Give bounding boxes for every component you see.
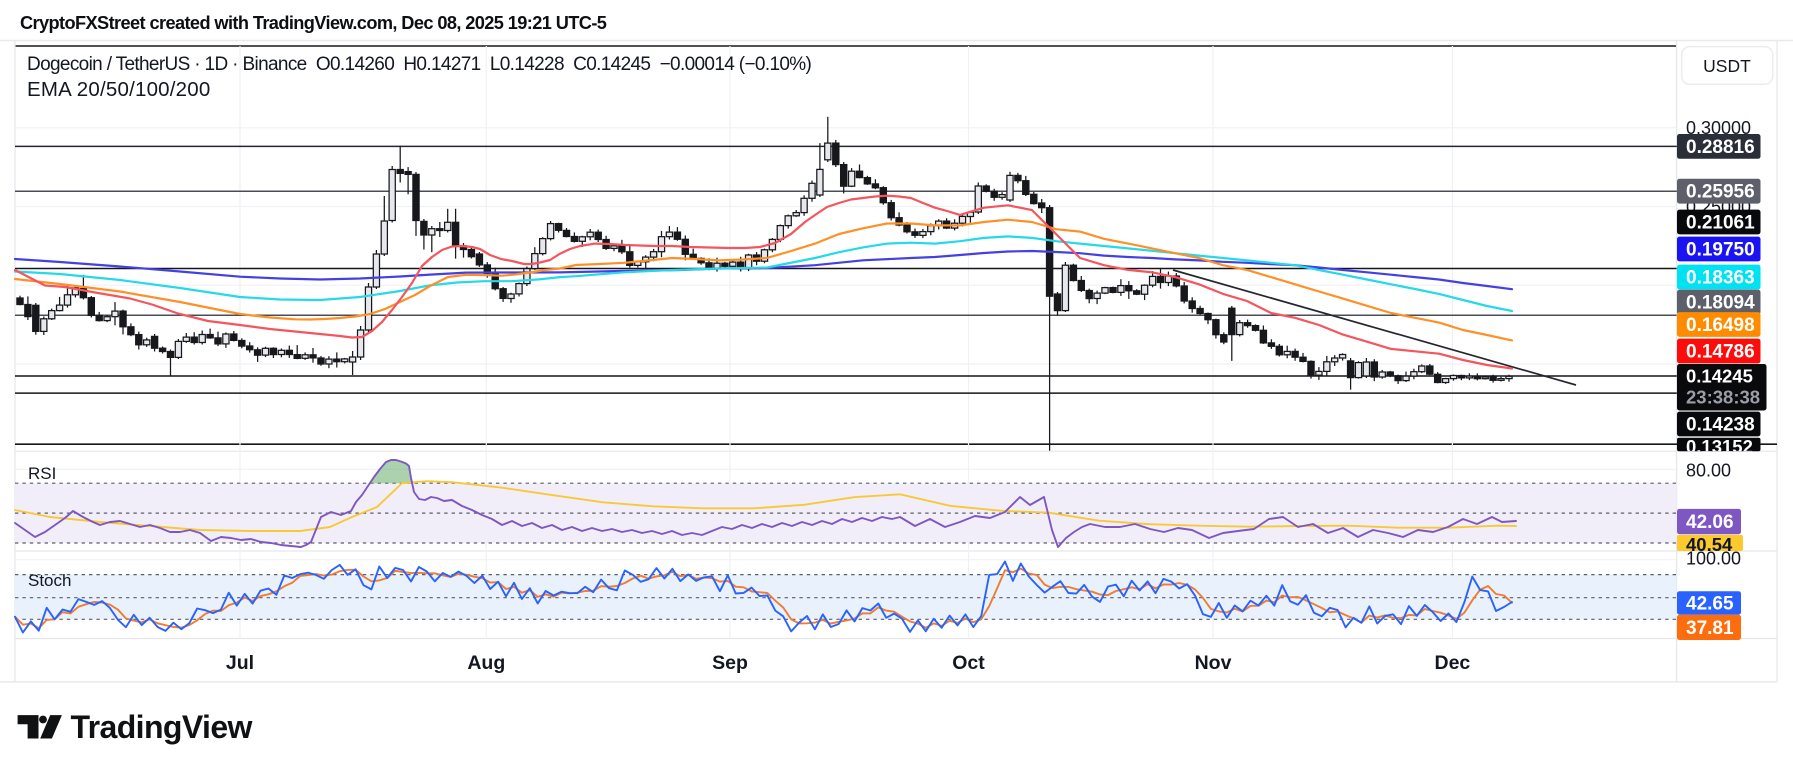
svg-text:Sep: Sep — [712, 652, 748, 674]
svg-text:Aug: Aug — [467, 652, 505, 674]
svg-text:0.25956: 0.25956 — [1686, 182, 1755, 203]
svg-text:CryptoFXStreet created with Tr: CryptoFXStreet created with TradingView.… — [20, 13, 607, 33]
svg-text:0.28816: 0.28816 — [1686, 137, 1755, 158]
svg-text:EMA 20/50/100/200: EMA 20/50/100/200 — [27, 78, 211, 101]
svg-text:0.16498: 0.16498 — [1686, 315, 1755, 336]
svg-text:0.18363: 0.18363 — [1686, 268, 1755, 289]
svg-text:RSI: RSI — [28, 464, 56, 483]
svg-text:TradingView: TradingView — [71, 709, 253, 745]
svg-text:Oct: Oct — [952, 652, 985, 674]
svg-text:0.19750: 0.19750 — [1686, 240, 1755, 261]
svg-text:80.00: 80.00 — [1686, 460, 1731, 480]
svg-text:0.14245: 0.14245 — [1686, 366, 1753, 387]
svg-text:0.18094: 0.18094 — [1686, 293, 1755, 314]
svg-text:Dec: Dec — [1435, 652, 1471, 674]
svg-text:Nov: Nov — [1195, 652, 1232, 674]
svg-text:0.14238: 0.14238 — [1686, 415, 1755, 436]
svg-text:42.06: 42.06 — [1686, 512, 1734, 533]
svg-text:23:38:38: 23:38:38 — [1686, 387, 1760, 408]
svg-text:USDT: USDT — [1703, 56, 1751, 76]
svg-text:37.81: 37.81 — [1686, 618, 1734, 639]
svg-text:0.14786: 0.14786 — [1686, 342, 1755, 363]
svg-text:Stoch: Stoch — [28, 571, 71, 590]
svg-text:42.65: 42.65 — [1686, 594, 1734, 615]
svg-text:Jul: Jul — [226, 652, 254, 674]
svg-text:0.21061: 0.21061 — [1686, 213, 1755, 234]
svg-text:100.00: 100.00 — [1686, 548, 1741, 568]
svg-text:Dogecoin / TetherUS · 1D · Bin: Dogecoin / TetherUS · 1D · Binance O0.14… — [27, 54, 812, 75]
